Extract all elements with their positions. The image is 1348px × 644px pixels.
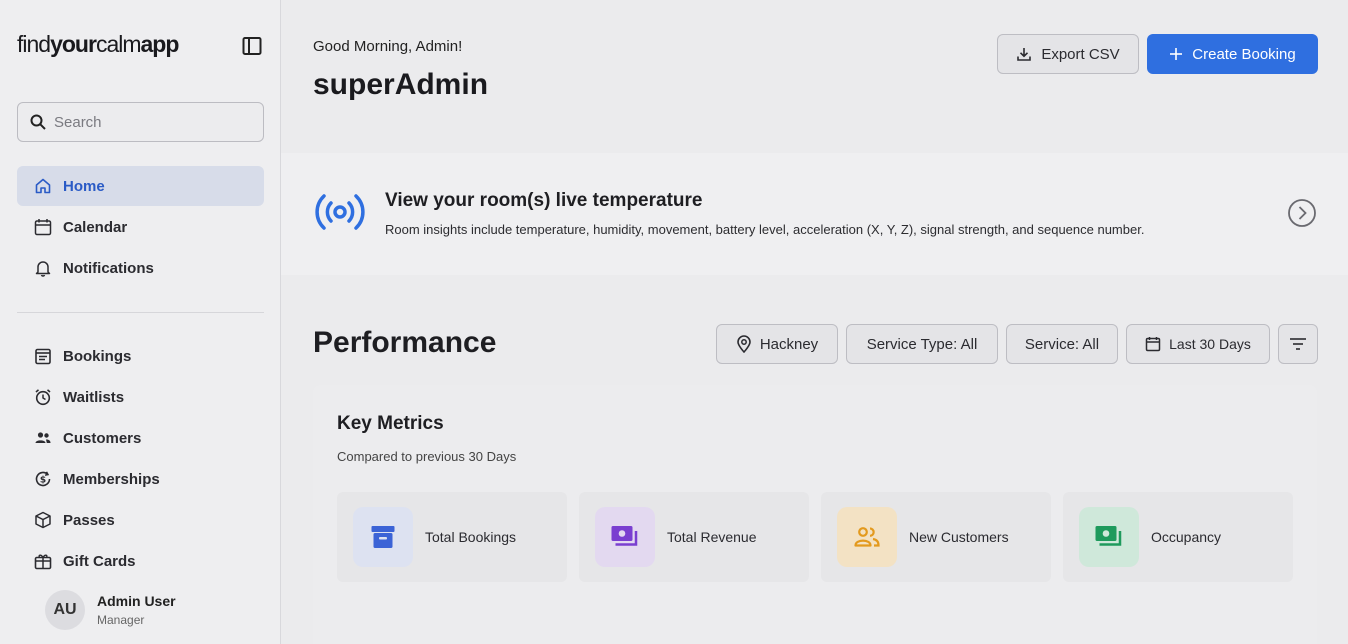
sidebar-item-waitlists[interactable]: Waitlists [17,377,264,417]
user-role: Manager [97,613,145,627]
live-temperature-banner[interactable]: View your room(s) live temperature Room … [281,153,1348,275]
sidebar-item-label: Home [63,177,105,195]
metric-label: Total Bookings [425,529,517,545]
banner-description: Room insights include temperature, humid… [385,222,1145,237]
sidebar-item-label: Waitlists [63,388,125,406]
svg-text:$: $ [40,476,46,486]
metric-occupancy[interactable]: Occupancy [1063,492,1293,582]
main-content: Good Morning, Admin! superAdmin Export C… [281,0,1348,644]
membership-icon: $ [33,469,53,489]
service-type-filter-label: Service Type: All [866,335,978,353]
search-box [17,102,264,142]
package-icon [33,510,53,530]
user-name: Admin User [97,593,176,609]
chevron-right-circle-icon[interactable] [1287,198,1317,233]
download-icon [1016,46,1032,62]
logo-part-calm: calm [95,31,142,57]
map-pin-icon [736,335,752,353]
app-root: findyourcalmapp Home Calendar [0,0,1348,644]
date-range-filter[interactable]: Last 30 Days [1126,324,1270,364]
nav-divider [17,312,264,313]
sidebar-item-label: Gift Cards [63,552,136,570]
search-icon [30,114,46,130]
sidebar-item-label: Calendar [63,218,128,236]
key-metrics-title: Key Metrics [337,413,444,434]
sidebar: findyourcalmapp Home Calendar [0,0,281,644]
export-csv-button[interactable]: Export CSV [997,34,1139,74]
broadcast-icon [314,192,366,237]
alarm-icon [33,387,53,407]
key-metrics-card: Key Metrics Compared to previous 30 Days… [313,385,1317,644]
cash-icon [1079,507,1139,567]
service-type-filter[interactable]: Service Type: All [846,324,998,364]
user-info: Admin User Manager [97,593,176,627]
sidebar-item-label: Customers [63,429,142,447]
plus-icon [1169,47,1183,61]
banner-title: View your room(s) live temperature [385,190,703,211]
money-icon [595,507,655,567]
app-logo[interactable]: findyourcalmapp [17,31,180,58]
sidebar-item-label: Passes [63,511,115,529]
metric-label: New Customers [909,529,1009,545]
metric-total-revenue[interactable]: Total Revenue [579,492,809,582]
sidebar-item-calendar[interactable]: Calendar [17,207,264,247]
user-profile[interactable]: AU Admin User Manager [45,590,176,630]
sidebar-item-label: Bookings [63,347,132,365]
metric-new-customers[interactable]: New Customers [821,492,1051,582]
service-filter[interactable]: Service: All [1006,324,1118,364]
logo-part-find: find [17,31,51,57]
performance-title: Performance [313,326,497,359]
create-booking-label: Create Booking [1192,45,1296,63]
sidebar-item-label: Notifications [63,259,154,277]
bell-icon [33,258,53,278]
calendar-icon [1145,336,1161,352]
metric-total-bookings[interactable]: Total Bookings [337,492,567,582]
users-icon [837,507,897,567]
customers-icon [33,428,53,448]
location-filter-label: Hackney [759,335,819,353]
home-icon [33,176,53,196]
key-metrics-subtitle: Compared to previous 30 Days [337,449,517,464]
page-title: superAdmin [313,68,489,101]
logo-part-your: your [50,31,97,57]
sidebar-item-home[interactable]: Home [17,166,264,206]
create-booking-button[interactable]: Create Booking [1147,34,1318,74]
metric-label: Total Revenue [667,529,757,545]
more-filters-button[interactable] [1278,324,1318,364]
metric-label: Occupancy [1151,529,1222,545]
archive-icon [353,507,413,567]
location-filter[interactable]: Hackney [716,324,838,364]
primary-nav: Home Calendar Notifications [17,166,264,289]
export-csv-label: Export CSV [1041,45,1120,63]
date-range-filter-label: Last 30 Days [1169,336,1251,352]
sidebar-item-passes[interactable]: Passes [17,500,264,540]
service-filter-label: Service: All [1024,335,1100,353]
sidebar-toggle-button[interactable] [240,34,264,58]
greeting-text: Good Morning, Admin! [313,38,463,55]
sidebar-item-customers[interactable]: Customers [17,418,264,458]
sidebar-item-gift-cards[interactable]: Gift Cards [17,541,264,581]
sidebar-panel-icon [242,37,262,55]
sidebar-item-label: Memberships [63,470,160,488]
sidebar-item-notifications[interactable]: Notifications [17,248,264,288]
gift-icon [33,551,53,571]
sidebar-item-memberships[interactable]: $ Memberships [17,459,264,499]
avatar: AU [45,590,85,630]
filter-lines-icon [1290,338,1306,350]
bookings-icon [33,346,53,366]
secondary-nav: Bookings Waitlists Customers $ Membershi… [17,336,264,582]
calendar-icon [33,217,53,237]
search-input[interactable] [54,113,244,131]
sidebar-item-bookings[interactable]: Bookings [17,336,264,376]
logo-part-app: app [140,31,180,57]
